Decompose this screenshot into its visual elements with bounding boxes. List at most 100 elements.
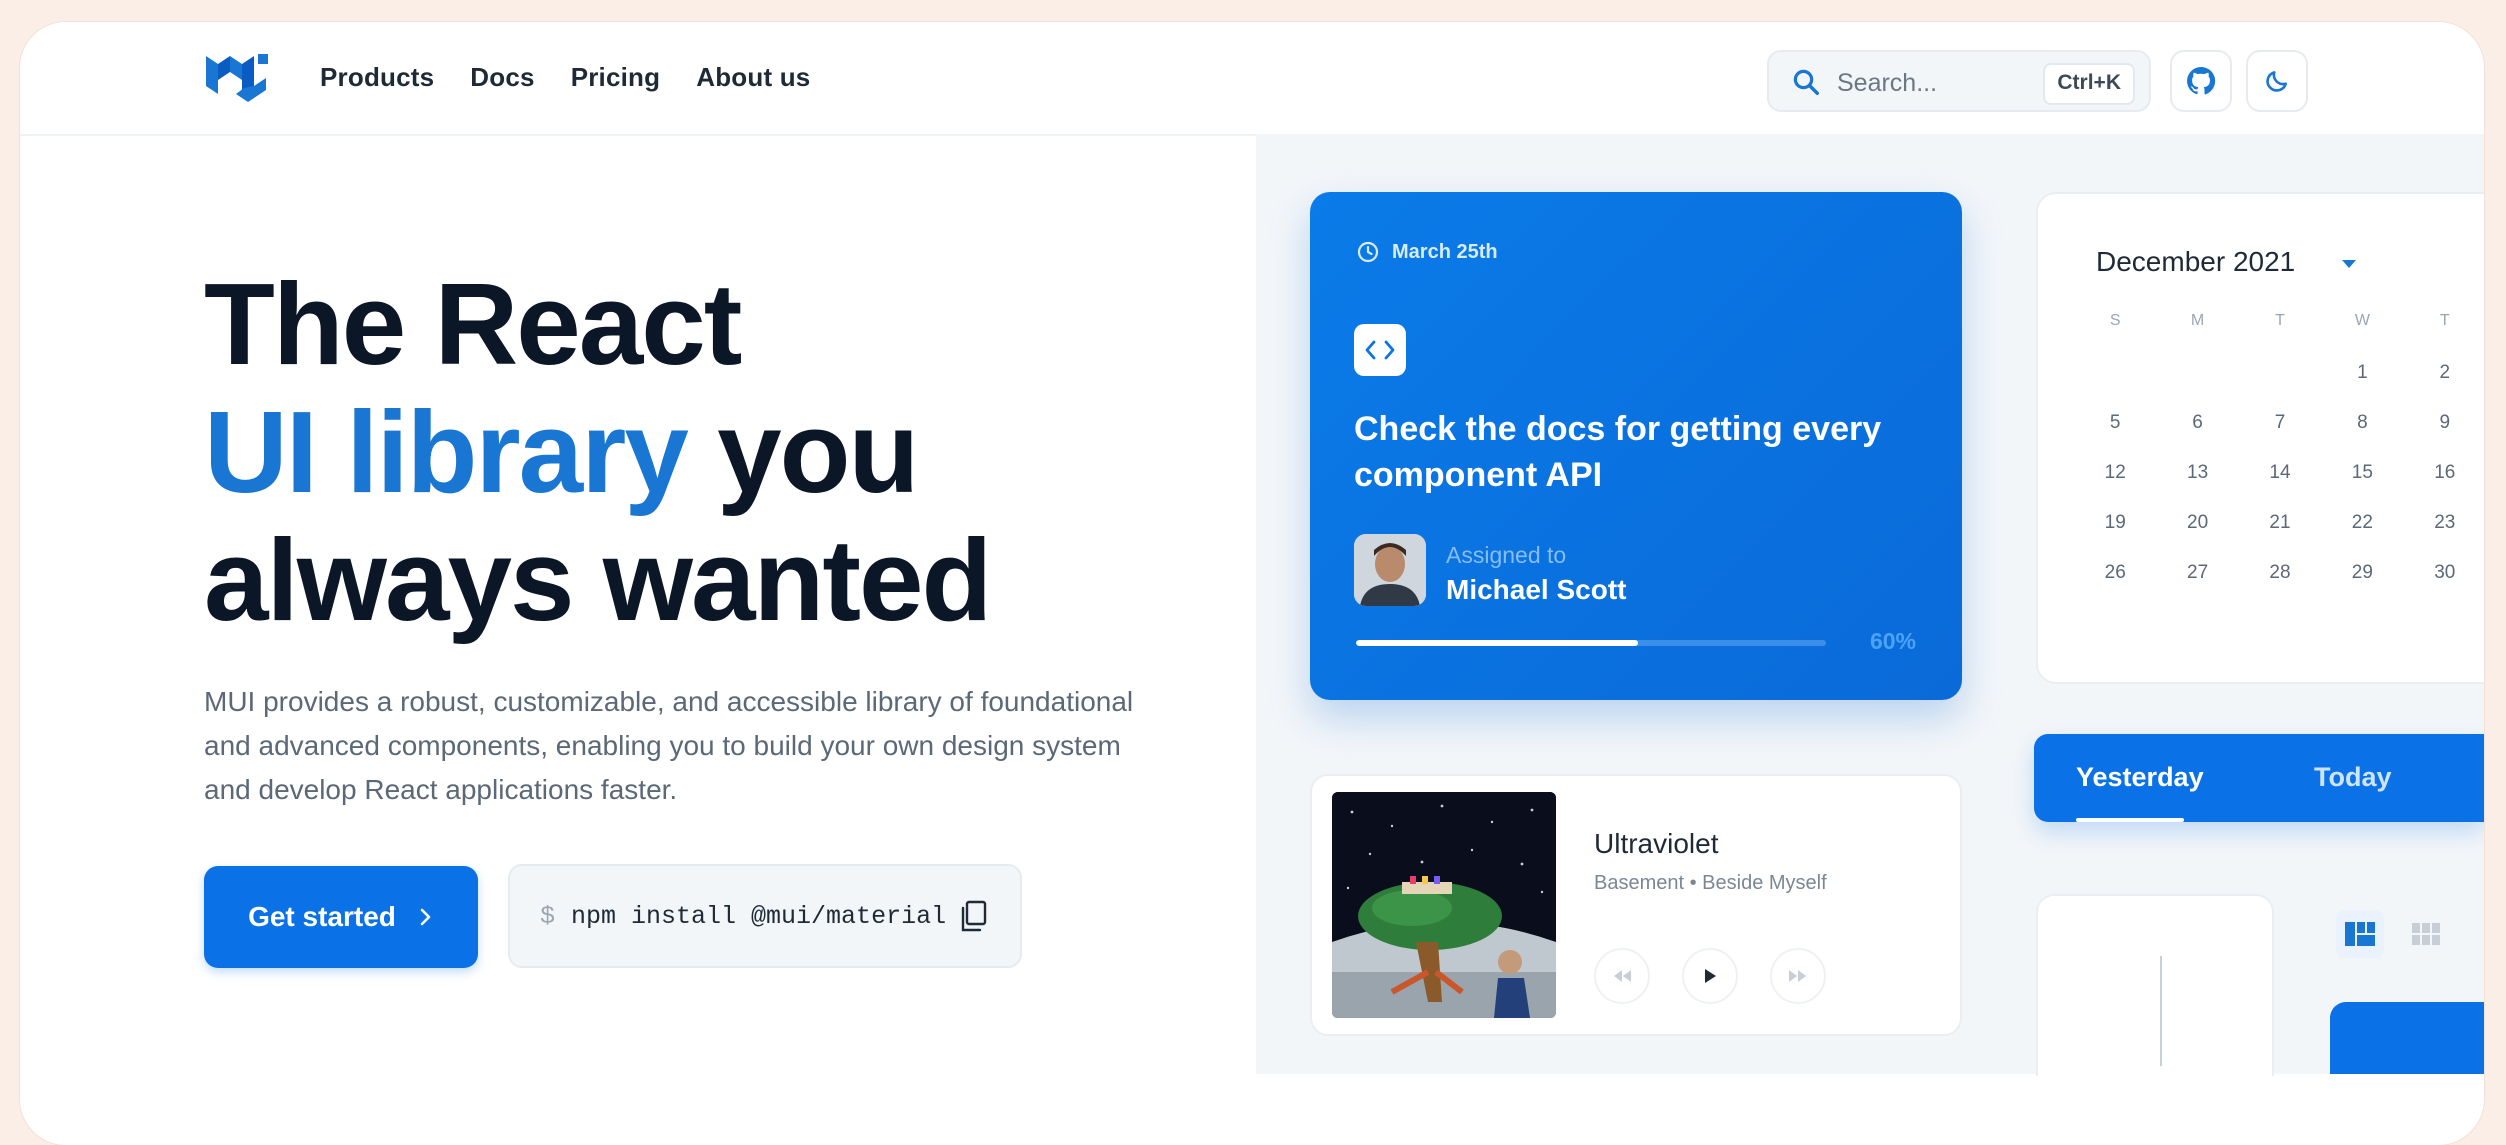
calendar-day[interactable]: 21 xyxy=(2239,498,2321,548)
nav-docs[interactable]: Docs xyxy=(470,62,534,93)
partial-blue-card xyxy=(2330,1002,2484,1074)
nav-products[interactable]: Products xyxy=(320,62,434,93)
code-icon xyxy=(1365,340,1395,360)
hero-title-highlight: UI library xyxy=(204,387,689,517)
calendar-day[interactable]: 22 xyxy=(2321,498,2403,548)
hero-title-line3: always wanted xyxy=(204,515,992,645)
previous-track-button[interactable] xyxy=(1594,948,1650,1004)
song-title: Ultraviolet xyxy=(1594,828,1719,859)
get-started-button[interactable]: Get started xyxy=(204,866,478,968)
grid-view-button[interactable] xyxy=(2402,910,2450,958)
calendar-day[interactable]: 15 xyxy=(2321,448,2403,498)
calendar-week: 1 2 xyxy=(2074,348,2484,398)
caret-down-icon[interactable] xyxy=(2340,258,2358,270)
calendar-week: 5 6 7 8 9 xyxy=(2074,398,2484,448)
calendar-day[interactable]: 9 xyxy=(2404,398,2484,448)
music-player-card: Ultraviolet Basement • Beside Myself xyxy=(1310,774,1962,1036)
search-input[interactable] xyxy=(1835,62,2029,104)
theme-toggle-button[interactable] xyxy=(2246,50,2308,112)
calendar-grid: S M T W T 1 2 5 6 7 8 9 12 13 14 15 16 1… xyxy=(2074,294,2484,598)
skip-previous-icon xyxy=(1614,970,1631,982)
tab-yesterday[interactable]: Yesterday xyxy=(2076,762,2204,793)
calendar-day[interactable]: 8 xyxy=(2321,398,2403,448)
mui-logo[interactable] xyxy=(204,50,270,106)
chevron-right-icon xyxy=(420,908,431,926)
weekday-label: M xyxy=(2190,312,2205,329)
clock-icon xyxy=(1357,241,1379,263)
copy-icon[interactable] xyxy=(958,900,988,934)
page-frame: Products Docs Pricing About us Ctrl+K Th xyxy=(20,22,2484,1145)
task-date: March 25th xyxy=(1356,240,1498,264)
get-started-label: Get started xyxy=(248,901,396,932)
top-header: Products Docs Pricing About us Ctrl+K xyxy=(20,22,2484,136)
date-picker-card: December 2021 S M T W T 1 2 5 6 7 8 9 12… xyxy=(2036,192,2484,684)
next-track-button[interactable] xyxy=(1770,948,1826,1004)
nav-pricing[interactable]: Pricing xyxy=(571,62,661,93)
calendar-day[interactable]: 14 xyxy=(2239,448,2321,498)
calendar-day[interactable]: 19 xyxy=(2074,498,2156,548)
calendar-day xyxy=(2239,348,2321,398)
progress-bar-fill xyxy=(1356,640,1638,646)
tab-today[interactable]: Today xyxy=(2314,762,2392,793)
calendar-month[interactable]: December 2021 xyxy=(2096,246,2295,278)
day-tabs: Yesterday Today xyxy=(2034,734,2484,822)
tab-indicator xyxy=(2076,818,2184,822)
weekday-label: T xyxy=(2439,312,2450,329)
assignee-avatar xyxy=(1354,534,1426,606)
calendar-day[interactable]: 7 xyxy=(2239,398,2321,448)
calendar-day[interactable]: 2 xyxy=(2404,348,2484,398)
task-title: Check the docs for getting every compone… xyxy=(1354,410,1882,494)
install-prompt: $ xyxy=(540,901,556,931)
task-date-text: March 25th xyxy=(1392,240,1498,263)
calendar-week: 12 13 14 15 16 xyxy=(2074,448,2484,498)
grid-view-icon xyxy=(2412,923,2440,945)
calendar-week: 19 20 21 22 23 xyxy=(2074,498,2484,548)
hero-title-line1: The React xyxy=(204,259,742,389)
calendar-day[interactable]: 27 xyxy=(2156,548,2238,598)
weekday-label: W xyxy=(2354,312,2370,329)
calendar-day[interactable]: 1 xyxy=(2321,348,2403,398)
moon-icon xyxy=(2266,71,2287,92)
view-quilt-icon xyxy=(2345,922,2375,946)
calendar-day[interactable]: 29 xyxy=(2321,548,2403,598)
calendar-day[interactable]: 26 xyxy=(2074,548,2156,598)
list-view-button[interactable] xyxy=(2336,910,2384,958)
weekday-label: T xyxy=(2275,312,2285,329)
song-artist: Basement • Beside Myself xyxy=(1594,872,1827,894)
hero-title: The React UI library you always wanted xyxy=(204,259,992,645)
search-shortcut-badge: Ctrl+K xyxy=(2043,63,2135,105)
search-icon xyxy=(1793,69,1819,95)
play-button[interactable] xyxy=(1682,948,1738,1004)
install-command-box[interactable]: $ npm install @mui/material xyxy=(508,864,1022,968)
calendar-day[interactable]: 23 xyxy=(2404,498,2484,548)
play-icon xyxy=(1705,969,1716,983)
github-icon xyxy=(2187,66,2216,95)
install-command: npm install @mui/material xyxy=(571,901,947,931)
progress-bar xyxy=(1356,640,1826,646)
person-avatar-icon xyxy=(1354,534,1426,606)
skip-next-icon xyxy=(1789,970,1806,982)
calendar-day[interactable]: 6 xyxy=(2156,398,2238,448)
calendar-day[interactable]: 16 xyxy=(2404,448,2484,498)
main-nav: Products Docs Pricing About us xyxy=(320,62,810,93)
calendar-day[interactable]: 28 xyxy=(2239,548,2321,598)
github-button[interactable] xyxy=(2170,50,2232,112)
search-bar[interactable]: Ctrl+K xyxy=(1767,50,2151,112)
calendar-day[interactable]: 20 xyxy=(2156,498,2238,548)
calendar-day[interactable]: 5 xyxy=(2074,398,2156,448)
nav-about-us[interactable]: About us xyxy=(696,62,810,93)
calendar-day xyxy=(2074,348,2156,398)
slider-card xyxy=(2036,894,2274,1076)
calendar-day[interactable]: 12 xyxy=(2074,448,2156,498)
vertical-slider-track[interactable] xyxy=(2160,956,2162,1066)
assignee-name: Michael Scott xyxy=(1446,574,1627,605)
calendar-week: 26 27 28 29 30 xyxy=(2074,548,2484,598)
calendar-day[interactable]: 13 xyxy=(2156,448,2238,498)
album-art-image xyxy=(1332,792,1556,1018)
hero-description: MUI provides a robust, customizable, and… xyxy=(204,686,1134,805)
calendar-day xyxy=(2156,348,2238,398)
calendar-day[interactable]: 30 xyxy=(2404,548,2484,598)
assigned-label: Assigned to xyxy=(1446,542,1567,568)
task-card[interactable]: March 25th Check the docs for getting ev… xyxy=(1310,192,1962,700)
progress-percent: 60% xyxy=(1869,628,1916,654)
